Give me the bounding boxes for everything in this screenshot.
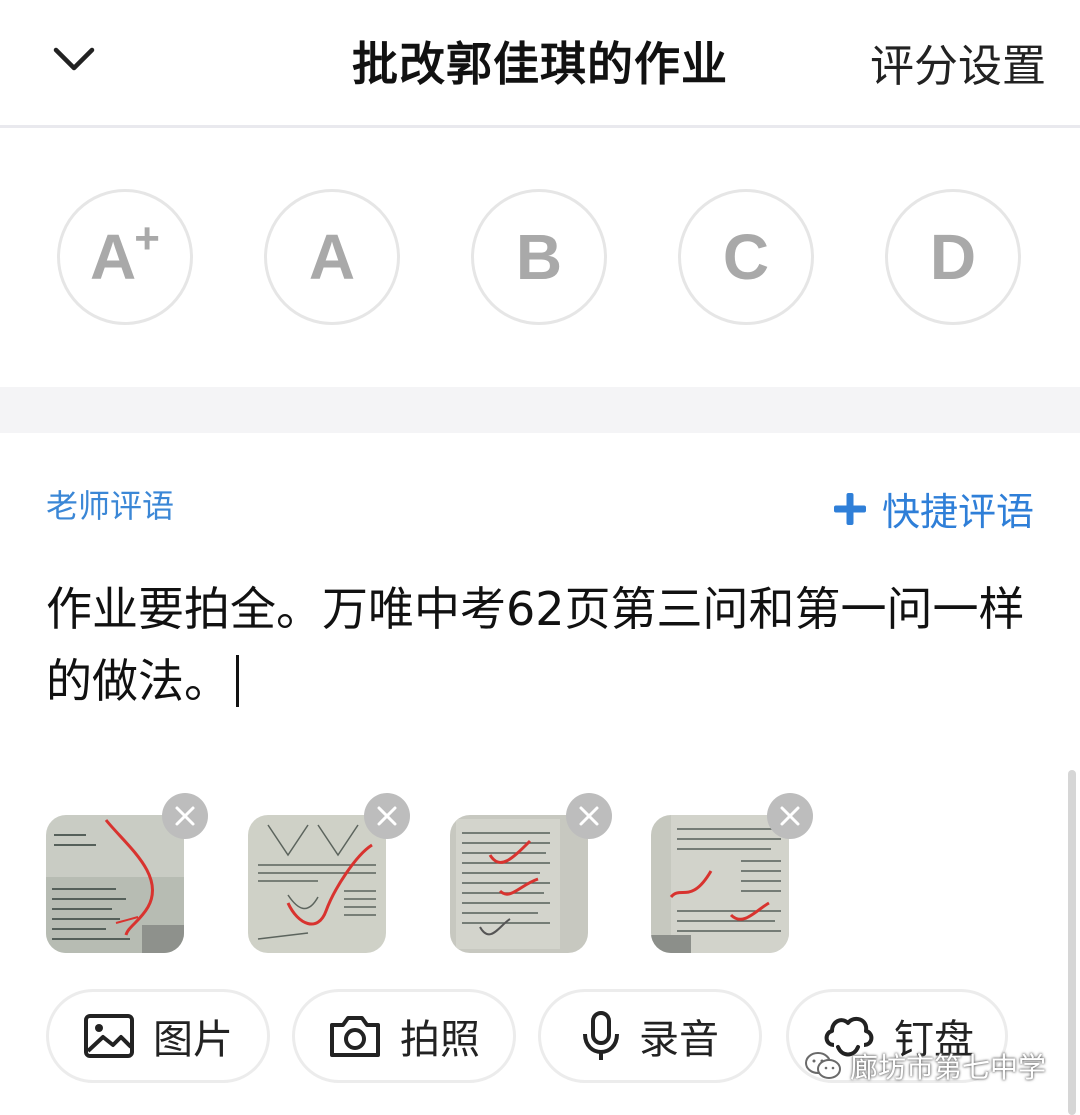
grade-b-button[interactable]: B — [471, 189, 607, 325]
camera-icon — [330, 1016, 380, 1057]
plus-icon — [833, 492, 866, 525]
grading-settings-button[interactable]: 评分设置 — [870, 30, 1046, 94]
grade-d-button[interactable]: D — [885, 189, 1021, 325]
quick-comment-button[interactable]: 快捷评语 — [832, 481, 1034, 536]
comment-input[interactable]: 作业要拍全。万唯中考62页第三问和第一问一样的做法。 — [46, 573, 1046, 717]
attachment-item — [651, 793, 813, 953]
grade-letter: A — [308, 221, 356, 293]
homework-photo-1-icon[interactable] — [46, 815, 184, 953]
grade-plus-mark: + — [134, 214, 160, 263]
wechat-icon — [804, 1052, 841, 1079]
homework-photo-2-icon[interactable] — [248, 815, 386, 953]
grade-selector: A + A B C D — [0, 131, 1080, 387]
close-icon[interactable] — [566, 793, 612, 839]
homework-photo-4-icon[interactable] — [651, 815, 789, 953]
take-photo-button[interactable]: 拍照 — [292, 989, 516, 1083]
microphone-icon — [583, 1011, 619, 1060]
grade-letter: C — [722, 221, 770, 293]
watermark: 廊坊市第七中学 — [804, 1046, 1046, 1086]
grade-letter: D — [929, 221, 977, 293]
attachment-item — [248, 793, 410, 953]
grade-letter: B — [515, 221, 563, 293]
homework-photo-3-icon[interactable] — [450, 815, 588, 953]
comment-text: 作业要拍全。万唯中考62页第三问和第一问一样的做法。 — [46, 582, 1025, 708]
attachment-item — [46, 793, 208, 953]
watermark-text: 廊坊市第七中学 — [849, 1051, 1046, 1084]
record-label: 录音 — [639, 1017, 719, 1063]
comment-label: 老师评语 — [46, 487, 175, 525]
grade-letter: A — [90, 221, 137, 293]
close-icon[interactable] — [364, 793, 410, 839]
attachment-item — [450, 793, 612, 953]
close-icon[interactable] — [162, 793, 208, 839]
top-bar: 批改郭佳琪的作业 评分设置 — [0, 0, 1080, 128]
scrollbar[interactable] — [1068, 770, 1076, 1115]
teacher-comment-section: 老师评语 快捷评语 作业要拍全。万唯中考62页第三问和第一问一样的做法。 图片 … — [0, 433, 1080, 1115]
image-label: 图片 — [153, 1017, 233, 1063]
image-icon — [84, 1014, 134, 1058]
section-divider — [0, 387, 1080, 433]
insert-image-button[interactable]: 图片 — [46, 989, 270, 1083]
text-caret — [236, 655, 239, 707]
grade-a-button[interactable]: A — [264, 189, 400, 325]
grade-a-plus-button[interactable]: A + — [57, 189, 193, 325]
close-icon[interactable] — [767, 793, 813, 839]
quick-comment-label: 快捷评语 — [881, 490, 1034, 534]
photo-label: 拍照 — [400, 1017, 480, 1063]
grade-c-button[interactable]: C — [678, 189, 814, 325]
record-audio-button[interactable]: 录音 — [538, 989, 762, 1083]
